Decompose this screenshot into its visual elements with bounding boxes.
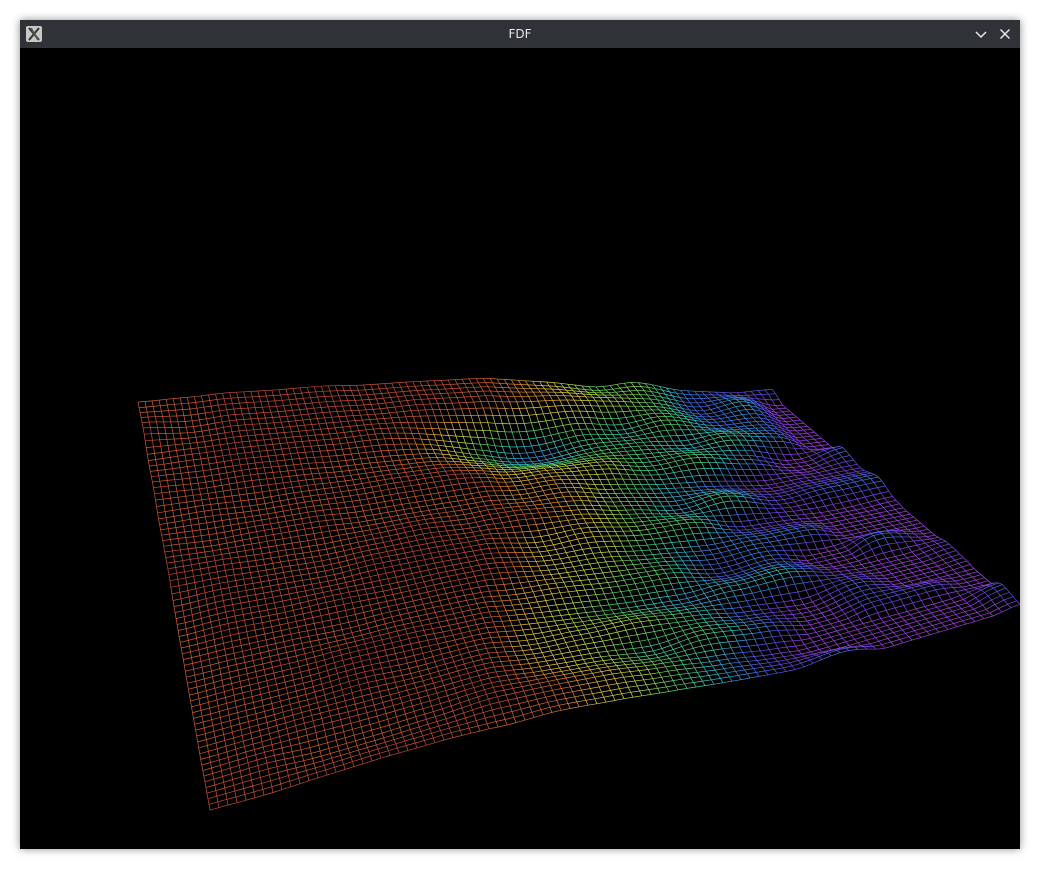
wireframe-canvas[interactable] [20, 48, 1020, 849]
title-bar[interactable]: FDF [20, 20, 1020, 48]
window-title: FDF [508, 27, 532, 41]
close-icon[interactable] [997, 26, 1013, 42]
terrain-wireframe [137, 377, 1020, 811]
fdf-window: FDF [20, 20, 1020, 849]
minimize-icon[interactable] [973, 26, 989, 42]
